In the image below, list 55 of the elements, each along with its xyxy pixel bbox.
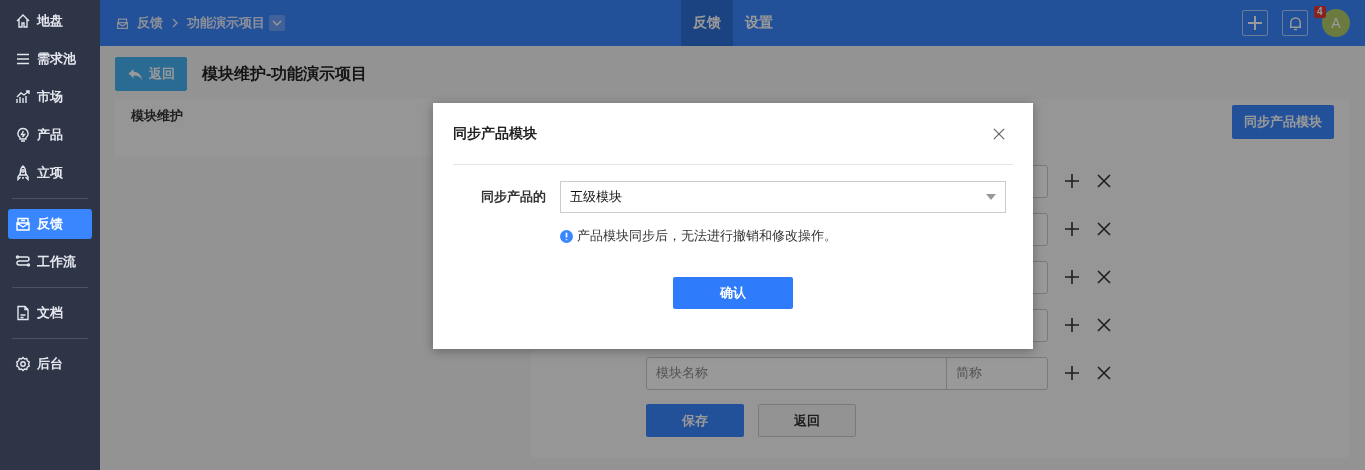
inbox-icon xyxy=(15,216,31,232)
caret-icon xyxy=(272,20,282,26)
save-button[interactable]: 保存 xyxy=(646,404,744,437)
sidebar-item[interactable]: 市场 xyxy=(8,82,92,112)
add-button[interactable] xyxy=(1242,10,1268,36)
sync-button[interactable]: 同步产品模块 xyxy=(1232,105,1334,139)
sidebar-item[interactable]: 工作流 xyxy=(8,247,92,277)
chevron-icon xyxy=(171,18,179,28)
return-button[interactable]: 返回 xyxy=(758,404,856,437)
caret-icon xyxy=(986,194,996,200)
plus-icon[interactable] xyxy=(1064,173,1080,189)
sidebar-item[interactable]: 立项 xyxy=(8,158,92,188)
notification-count: 4 xyxy=(1314,6,1326,18)
doc-icon xyxy=(15,305,31,321)
sidebar-item[interactable]: 产品 xyxy=(8,120,92,150)
sidebar-item[interactable]: 文档 xyxy=(8,298,92,328)
chart-icon xyxy=(15,89,31,105)
bulb-icon xyxy=(15,127,31,143)
close-icon[interactable] xyxy=(1096,365,1112,381)
notice-text: 产品模块同步后，无法进行撤销和修改操作。 xyxy=(577,227,837,245)
home-icon xyxy=(15,13,31,29)
bell-icon xyxy=(1287,15,1303,31)
page-title: 模块维护-功能演示项目 xyxy=(202,63,368,84)
inbox-icon xyxy=(116,16,129,30)
plus-icon[interactable] xyxy=(1064,269,1080,285)
return-arrow-icon xyxy=(127,67,143,81)
flow-icon xyxy=(15,254,31,270)
sidebar-item[interactable]: 反馈 xyxy=(8,209,92,239)
placeholder: 简称 xyxy=(956,364,982,382)
confirm-button[interactable]: 确认 xyxy=(673,277,793,309)
plus-icon[interactable] xyxy=(1064,221,1080,237)
select-field[interactable]: 五级模块 xyxy=(560,181,1006,213)
plus-icon[interactable] xyxy=(1064,365,1080,381)
dialog-title: 同步产品模块 xyxy=(453,124,537,143)
module-input[interactable]: 模块名称 简称 xyxy=(646,356,1048,390)
close-icon[interactable] xyxy=(1096,317,1112,333)
info-icon xyxy=(560,229,573,243)
nav-tab[interactable]: 设置 xyxy=(733,0,785,46)
plus-icon xyxy=(1247,15,1263,31)
gear-icon xyxy=(15,356,31,372)
section-tab[interactable]: 模块维护 xyxy=(131,108,183,123)
sidebar-item[interactable]: 地盘 xyxy=(8,6,92,36)
close-icon[interactable] xyxy=(1096,269,1112,285)
placeholder: 模块名称 xyxy=(656,364,708,382)
rocket-icon xyxy=(15,165,31,181)
sidebar-item[interactable]: 需求池 xyxy=(8,44,92,74)
sidebar-item[interactable]: 后台 xyxy=(8,349,92,379)
close-icon[interactable] xyxy=(1096,221,1112,237)
menu-icon xyxy=(15,51,31,67)
close-icon[interactable] xyxy=(993,127,1005,140)
close-icon[interactable] xyxy=(1096,173,1112,189)
field-label: 同步产品的 xyxy=(480,188,546,206)
nav-tab[interactable]: 反馈 xyxy=(681,0,733,46)
plus-icon[interactable] xyxy=(1064,317,1080,333)
notification-button[interactable] xyxy=(1282,10,1308,36)
